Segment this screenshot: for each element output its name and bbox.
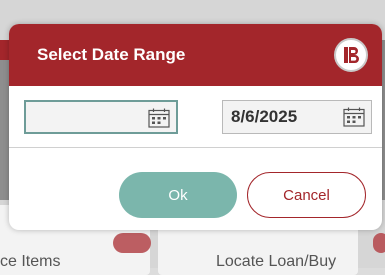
dialog-header: Select Date Range xyxy=(9,24,382,86)
start-date-input[interactable] xyxy=(26,101,142,132)
background-badge xyxy=(113,233,151,253)
background-badge-right xyxy=(373,233,385,253)
ok-button[interactable]: Ok xyxy=(119,172,237,218)
start-date-field[interactable] xyxy=(24,99,178,134)
calendar-icon[interactable] xyxy=(148,108,170,128)
date-fields-row xyxy=(9,86,382,148)
background-tile-right-label: Locate Loan/Buy xyxy=(216,253,337,270)
end-date-field[interactable] xyxy=(222,99,372,134)
dialog-actions: Ok Cancel xyxy=(9,172,382,218)
brand-logo-icon xyxy=(334,38,368,72)
cancel-button[interactable]: Cancel xyxy=(247,172,366,218)
date-range-dialog: Select Date Range 8/6/2025 Ok Cancel xyxy=(9,24,382,230)
calendar-icon[interactable] xyxy=(343,107,365,127)
background-tile-left-label: ce Items xyxy=(0,253,61,270)
dialog-title: Select Date Range xyxy=(37,45,186,64)
end-date-input[interactable] xyxy=(223,100,337,133)
